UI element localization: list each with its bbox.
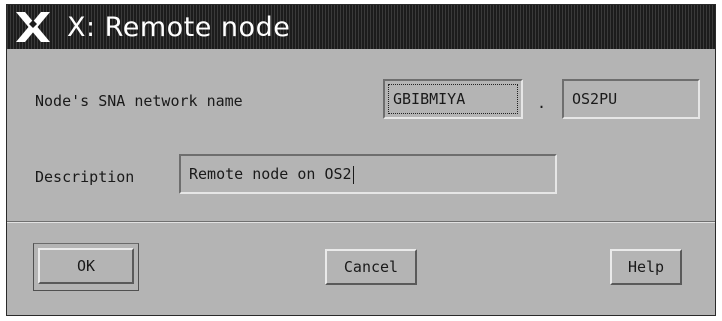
network-name-label: Node's SNA network name bbox=[35, 92, 243, 110]
x-window-system-logo-icon[interactable] bbox=[13, 7, 53, 47]
text-cursor bbox=[352, 165, 354, 184]
remote-node-dialog: X: Remote node Node's SNA network name G… bbox=[6, 4, 716, 316]
name-separator: . bbox=[537, 94, 547, 112]
cancel-button[interactable]: Cancel bbox=[325, 249, 417, 285]
description-input[interactable]: Remote node on OS2 bbox=[179, 154, 557, 194]
default-button-frame: OK bbox=[33, 243, 139, 291]
description-label: Description bbox=[35, 168, 135, 186]
window-title: X: Remote node bbox=[67, 11, 291, 43]
help-button[interactable]: Help bbox=[610, 249, 682, 285]
button-area-divider bbox=[7, 221, 715, 223]
title-bar[interactable]: X: Remote node bbox=[7, 5, 715, 49]
network-id-input[interactable]: GBIBMIYA bbox=[383, 79, 523, 119]
description-value: Remote node on OS2 bbox=[189, 165, 352, 183]
network-id-value: GBIBMIYA bbox=[393, 90, 466, 108]
node-name-value: OS2PU bbox=[572, 90, 618, 108]
node-name-input[interactable]: OS2PU bbox=[562, 79, 700, 119]
ok-button[interactable]: OK bbox=[38, 248, 134, 284]
